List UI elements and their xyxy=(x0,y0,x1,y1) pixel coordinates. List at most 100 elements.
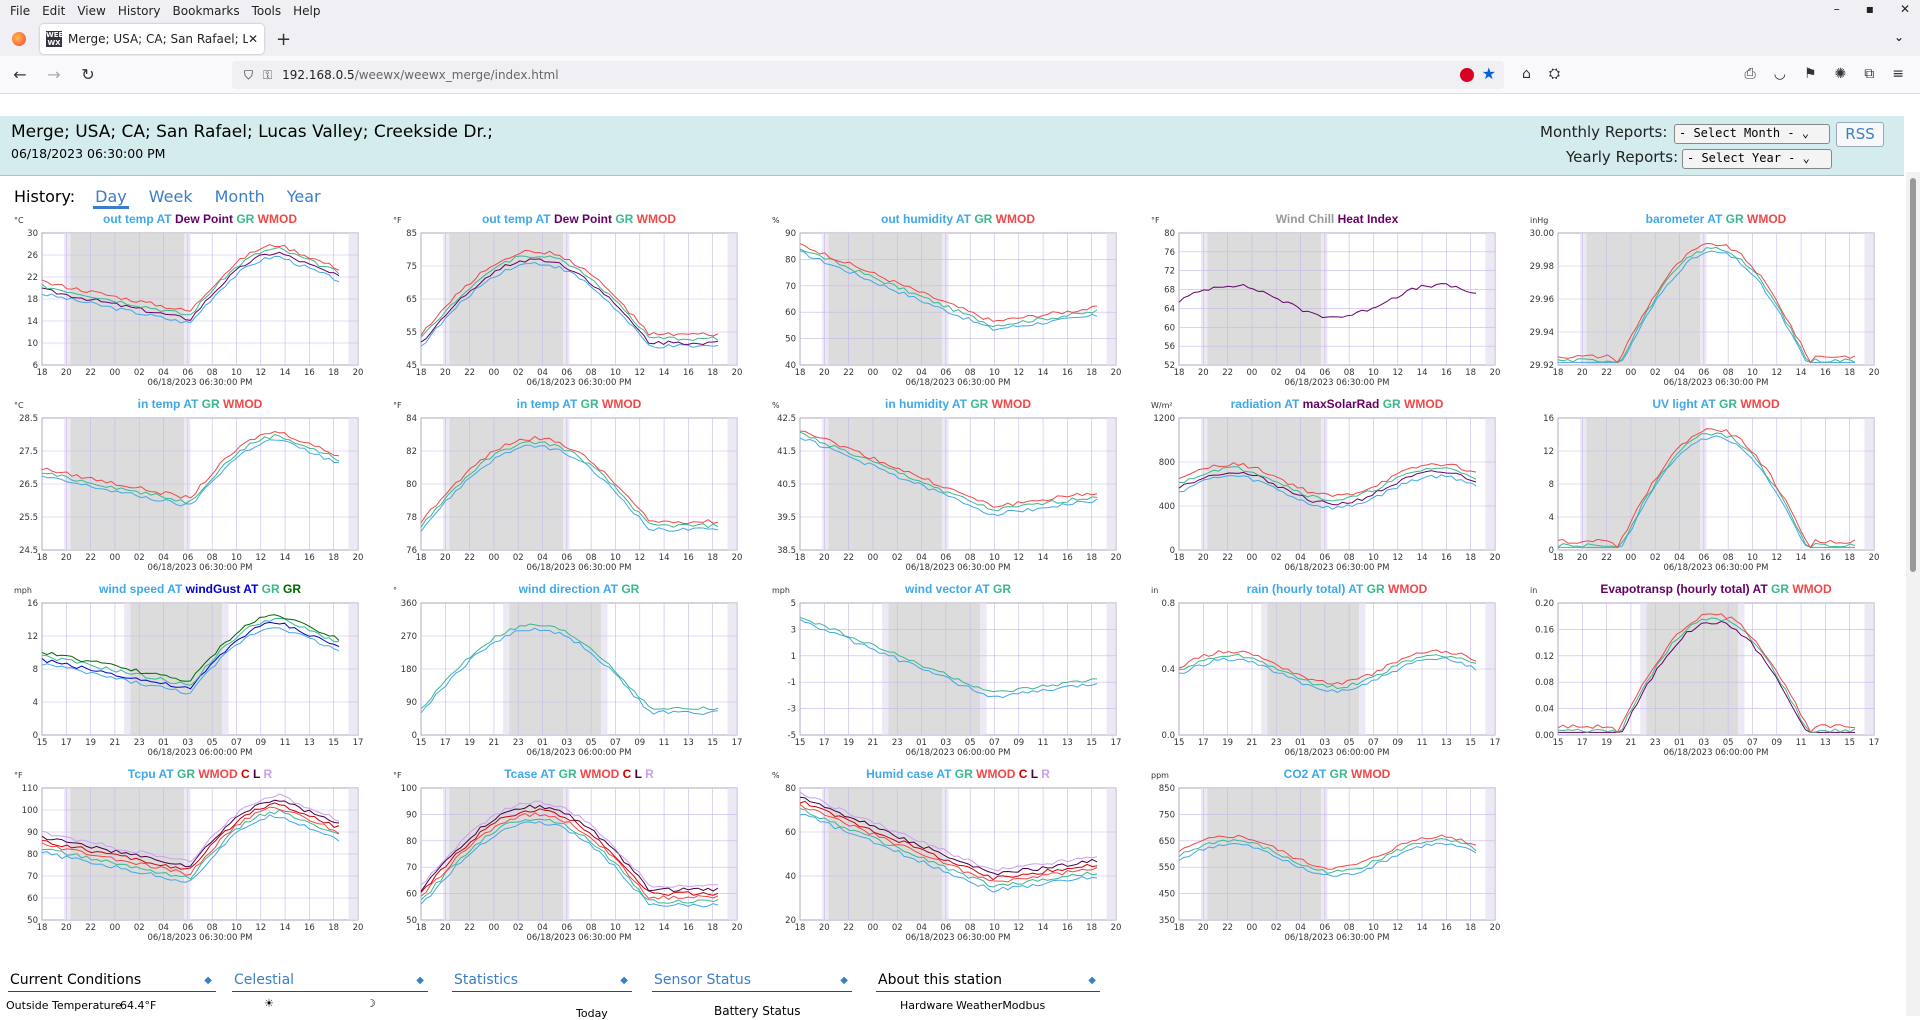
twilight-band xyxy=(1201,418,1208,550)
menu-edit[interactable]: Edit xyxy=(36,4,71,18)
y-tick-label: 60 xyxy=(785,308,796,318)
y-tick-label: 24.5 xyxy=(19,546,38,556)
night-band xyxy=(1207,788,1322,920)
plot-panel[interactable]: radiation AT maxSolarRad GR WMOD W/m² 18 20… xyxy=(1145,396,1519,580)
plot-panel[interactable]: Evapotransp (hourly total) AT GR WMOD in 1… xyxy=(1524,581,1898,765)
page-scrollbar[interactable] xyxy=(1906,172,1920,1016)
expand-icon[interactable]: ◆ xyxy=(1088,975,1096,986)
x-tick-label: 20 xyxy=(732,553,743,563)
x-tick-label: 06 xyxy=(1319,368,1330,378)
close-window-button[interactable]: ✕ xyxy=(1900,2,1910,16)
plot-panel[interactable]: wind direction AT GR ° 15 17 19 21 23 01 03 05 07 0… xyxy=(387,581,761,765)
close-tab-icon[interactable]: ✕ xyxy=(248,32,258,46)
menu-history[interactable]: History xyxy=(112,4,167,18)
plot-panel[interactable]: Humid case AT GR WMOD C L R% 18 20 22 00 02 04… xyxy=(766,766,1140,950)
pocket-icon[interactable]: ◡ xyxy=(1774,66,1786,82)
shield-icon[interactable]: ⛉ xyxy=(244,68,253,83)
extension-record-icon[interactable] xyxy=(1460,68,1474,82)
x-tick-label: 08 xyxy=(1723,553,1734,563)
bookmark-star-icon[interactable]: ★ xyxy=(1482,64,1496,83)
plot-panel[interactable]: CO2 AT GR WMOD ppm 18 20 22 00 02 04 06 08 10 12 14 1… xyxy=(1145,766,1519,950)
scrollbar-thumb[interactable] xyxy=(1910,178,1916,572)
home-icon[interactable]: ⌂ xyxy=(1522,66,1531,82)
plot-panel[interactable]: Wind Chill Heat Index °F 18 20 22 00 02 04 06 08 1… xyxy=(1145,211,1519,395)
plot-panel[interactable]: in temp AT GR WMOD °F 18 20 22 00 02 04 06 08 10 12… xyxy=(387,396,761,580)
plot-panel[interactable]: out temp AT Dew Point GR WMOD °C 18 20 22 00 0… xyxy=(8,211,382,395)
x-tick-label: 16 xyxy=(304,553,315,563)
about-station-tab[interactable]: About this station ◆ xyxy=(876,970,1100,992)
menu-view[interactable]: View xyxy=(71,4,111,18)
flag-icon[interactable]: ⚑ xyxy=(1804,66,1817,82)
menu-tools[interactable]: Tools xyxy=(246,4,288,18)
new-tab-icon[interactable]: + xyxy=(276,29,291,50)
x-tick-label: 16 xyxy=(304,923,315,933)
y-tick-label: 0.08 xyxy=(1535,678,1554,688)
x-tick-label: 20 xyxy=(353,923,364,933)
plot-panel[interactable]: wind vector AT GR mph 15 17 19 21 23 01 03 05 07 09… xyxy=(766,581,1140,765)
url-text[interactable]: 192.168.0.5/weewx/weewx_merge/index.html xyxy=(282,68,558,82)
y-tick-label: 90 xyxy=(27,828,38,838)
y-tick-label: 90 xyxy=(785,229,796,239)
monthly-select[interactable]: - Select Month - ⌄ xyxy=(1674,124,1830,144)
url-bar[interactable]: ⛉ ⚿ 192.168.0.5/weewx/weewx_merge/index.… xyxy=(232,61,1504,89)
plot-title: in temp AT GR WMOD xyxy=(517,397,642,411)
y-tick-label: 14 xyxy=(27,317,38,327)
plot-panel[interactable]: UV light AT GR WMOD 18 20 22 00 02 04 06 08 10 12 1… xyxy=(1524,396,1898,580)
y-tick-label: 800 xyxy=(1159,458,1175,468)
plot-panel[interactable]: barometer AT GR WMOD inHg 18 20 22 00 02 04 06 08… xyxy=(1524,211,1898,395)
plot-panel[interactable]: Tcpu AT GR WMOD C L R °F 18 20 22 00 02 04 06 08 1… xyxy=(8,766,382,950)
x-tick-label: 08 xyxy=(1344,923,1355,933)
y-tick-label: 84 xyxy=(406,414,417,424)
addon-icon[interactable]: ✺ xyxy=(1835,66,1847,82)
plot-unit: °F xyxy=(1151,216,1160,225)
x-tick-label: 02 xyxy=(892,553,903,563)
tab-day[interactable]: Day xyxy=(93,187,129,209)
x-tick-label: 18 xyxy=(416,553,427,563)
browser-tab[interactable]: WEE WX Merge; USA; CA; San Rafael; Lucas… xyxy=(40,24,264,54)
expand-icon[interactable]: ◆ xyxy=(416,975,424,986)
x-tick-label: 20 xyxy=(1869,368,1880,378)
x-tick-label: 02 xyxy=(134,553,145,563)
moon-icon: ☽ xyxy=(366,997,376,1010)
x-tick-label: 08 xyxy=(965,368,976,378)
plot-panel[interactable]: Tcase AT GR WMOD C L R °F 18 20 22 00 02 04 06 08… xyxy=(387,766,761,950)
plot-panel[interactable]: out humidity AT GR WMOD% 18 20 22 00 02 04 06 08… xyxy=(766,211,1140,395)
plot-title: Evapotransp (hourly total) AT GR WMOD xyxy=(1600,582,1832,596)
tab-month[interactable]: Month xyxy=(213,187,267,209)
forward-arrow-icon[interactable]: → xyxy=(40,65,68,84)
maximize-button[interactable]: ▪ xyxy=(1866,2,1874,16)
plot-panel[interactable]: wind speed AT windGust AT GR GR mph 15 17 19… xyxy=(8,581,382,765)
statistics-tab[interactable]: Statistics ◆ xyxy=(452,970,632,992)
menu-bookmarks[interactable]: Bookmarks xyxy=(167,4,246,18)
rss-button[interactable]: RSS xyxy=(1836,122,1884,147)
expand-icon[interactable]: ◆ xyxy=(840,975,848,986)
plot-panel[interactable]: in humidity AT GR WMOD% 18 20 22 00 02 04 06 08 1… xyxy=(766,396,1140,580)
lock-icon[interactable]: ⚿ xyxy=(263,68,272,83)
tab-year[interactable]: Year xyxy=(285,187,323,209)
x-tick-label: 03 xyxy=(1698,738,1709,748)
hamburger-menu-icon[interactable]: ≡ xyxy=(1892,66,1904,82)
back-arrow-icon[interactable]: ← xyxy=(6,65,34,84)
plot-panel[interactable]: out temp AT Dew Point GR WMOD °F 18 20 22 00 0… xyxy=(387,211,761,395)
menu-file[interactable]: File xyxy=(4,4,36,18)
twilight-band xyxy=(1485,233,1495,365)
sensor-status-tab[interactable]: Sensor Status ◆ xyxy=(652,970,852,992)
current-conditions-tab[interactable]: Current Conditions ◆ xyxy=(8,970,216,992)
expand-icon[interactable]: ◆ xyxy=(620,975,628,986)
extension-icon[interactable]: ⛭ xyxy=(1549,66,1560,82)
reload-icon[interactable]: ↻ xyxy=(74,65,102,84)
tab-week[interactable]: Week xyxy=(147,187,195,209)
menu-help[interactable]: Help xyxy=(287,4,326,18)
plot-unit: °F xyxy=(393,771,402,780)
celestial-tab[interactable]: Celestial ◆ xyxy=(232,970,428,992)
expand-icon[interactable]: ◆ xyxy=(204,975,212,986)
x-tick-label: 09 xyxy=(1013,738,1024,748)
yearly-select[interactable]: - Select Year - ⌄ xyxy=(1682,149,1832,169)
minimize-button[interactable]: – xyxy=(1834,2,1840,16)
print-icon[interactable]: ⎙ xyxy=(1745,66,1756,82)
plot-panel[interactable]: rain (hourly total) AT GR WMOD in 15 17 19 21… xyxy=(1145,581,1519,765)
x-tick-label: 15 xyxy=(707,738,718,748)
puzzle-icon[interactable]: ⧉ xyxy=(1864,66,1874,82)
plot-panel[interactable]: in temp AT GR WMOD °C 18 20 22 00 02 04 06 08 10 12… xyxy=(8,396,382,580)
tab-list-chevron-icon[interactable]: ⌄ xyxy=(1894,30,1904,44)
